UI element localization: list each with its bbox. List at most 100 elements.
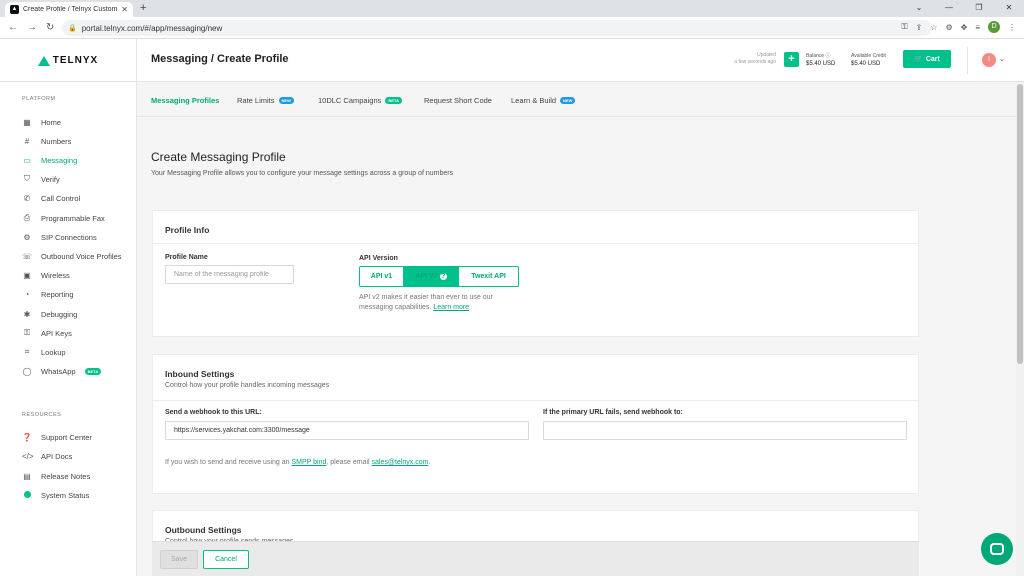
sidebar-item-api-keys[interactable]: ⚿ API Keys: [22, 327, 72, 339]
new-tab-icon[interactable]: +: [140, 2, 146, 14]
sidebar-item-api-docs[interactable]: </> API Docs: [22, 450, 72, 462]
learn-more-link[interactable]: Learn more: [433, 304, 469, 311]
forward-icon[interactable]: →: [27, 22, 37, 33]
sidebar-item-whatsapp[interactable]: ◯ WhatsApp BETA: [22, 365, 102, 377]
sidebar-item-call-control[interactable]: ✆ Call Control: [22, 192, 81, 204]
tab-rate-limits[interactable]: Rate Limits NEW: [237, 96, 294, 105]
sidebar-item-wireless[interactable]: ▣ Wireless: [22, 269, 70, 281]
sidebar-item-label: Release Notes: [41, 471, 91, 481]
profile-name-input[interactable]: [165, 265, 294, 284]
sidebar-item-label: SIP Connections: [41, 232, 97, 242]
updated-label: Updated: [757, 52, 776, 58]
share-icon[interactable]: ⇪: [916, 23, 923, 32]
inbound-subheading: Control how your profile handles incomin…: [165, 382, 330, 389]
add-funds-button[interactable]: +: [784, 52, 799, 67]
support-chat-button[interactable]: [981, 533, 1013, 565]
menu-kebab-icon[interactable]: ⋮: [1008, 23, 1016, 32]
sidebar-item-outbound-voice[interactable]: ☏ Outbound Voice Profiles: [22, 250, 121, 262]
sidebar-item-messaging[interactable]: ▭ Messaging: [22, 154, 77, 166]
puzzle-icon[interactable]: ✥: [961, 23, 968, 32]
new-badge: NEW: [278, 97, 294, 104]
scrollbar-thumb[interactable]: [1017, 84, 1023, 364]
close-window-icon[interactable]: ✕: [994, 0, 1024, 17]
api-help-copy: API v2 makes it easier than ever to use …: [359, 294, 493, 311]
balance-display: Balance ⓘ $5.40 USD: [806, 52, 835, 68]
extension-icon[interactable]: ⚙: [945, 23, 952, 32]
webhook-url-input[interactable]: [165, 421, 529, 440]
profile-name-label: Profile Name: [165, 254, 208, 261]
tab-10dlc-campaigns[interactable]: 10DLC Campaigns BETA: [318, 96, 402, 105]
reload-icon[interactable]: ↻: [46, 22, 54, 33]
sip-icon: ⚙: [23, 232, 31, 242]
inbound-settings-card: Inbound Settings Control how your profil…: [152, 354, 919, 494]
chevron-down-icon[interactable]: ⌄: [904, 0, 934, 17]
user-avatar[interactable]: I: [982, 53, 996, 67]
twexit-api-option[interactable]: Twexit API: [458, 267, 518, 286]
browser-tab[interactable]: ▲ Create Profile / Telnyx Customer ✕: [5, 2, 133, 17]
api-v2-label: API V2: [415, 273, 438, 280]
chevron-down-icon[interactable]: ⌄: [999, 55, 1005, 63]
credit-display: Available Credit $5.40 USD: [851, 52, 886, 68]
sidebar-item-label: Reporting: [41, 289, 74, 299]
api-v2-option[interactable]: API V2 ?: [404, 267, 458, 286]
api-keys-icon: ⚿: [23, 328, 31, 337]
sidebar-item-support[interactable]: ❓ Support Center: [22, 431, 92, 443]
telnyx-logo[interactable]: TELNYX: [0, 39, 137, 82]
sidebar-item-label: Numbers: [41, 136, 72, 146]
reading-list-icon[interactable]: ≡: [975, 23, 980, 32]
sales-email-link[interactable]: sales@telnyx.com: [372, 459, 429, 466]
back-icon[interactable]: ←: [8, 22, 18, 33]
browser-profile-avatar[interactable]: D: [988, 21, 1000, 33]
debugging-icon: ✱: [23, 309, 31, 319]
fax-icon: ⎙: [23, 213, 31, 222]
sidebar-item-debugging[interactable]: ✱ Debugging: [22, 308, 78, 320]
close-tab-icon[interactable]: ✕: [121, 5, 128, 14]
star-icon[interactable]: ☆: [930, 23, 937, 32]
chat-bubble-icon: [990, 543, 1004, 555]
api-help-text: API v2 makes it easier than ever to use …: [359, 293, 519, 313]
sidebar-item-sip[interactable]: ⚙ SIP Connections: [22, 231, 97, 243]
tab-request-short-code[interactable]: Request Short Code: [424, 96, 492, 105]
sidebar-item-lookup[interactable]: ⌗ Lookup: [22, 346, 66, 358]
url-text: portal.telnyx.com/#/app/messaging/new: [81, 23, 223, 33]
sidebar-item-reporting[interactable]: ◔ Reporting: [22, 288, 74, 300]
inbound-heading: Inbound Settings: [165, 369, 235, 379]
sidebar-item-label: Lookup: [41, 347, 66, 357]
sidebar-section-platform: PLATFORM: [22, 96, 56, 102]
new-badge: NEW: [560, 97, 576, 104]
address-bar: ← → ↻ 🔒 portal.telnyx.com/#/app/messagin…: [0, 17, 1024, 39]
release-notes-icon: ▤: [23, 471, 31, 481]
save-button[interactable]: Save: [160, 550, 198, 569]
minimize-icon[interactable]: —: [934, 0, 964, 17]
sidebar-item-numbers[interactable]: # Numbers: [22, 135, 72, 147]
tab-learn-build[interactable]: Learn & Build NEW: [511, 96, 576, 105]
info-icon[interactable]: ⓘ: [825, 53, 830, 59]
sidebar-section-resources: RESOURCES: [22, 412, 62, 418]
api-v1-option[interactable]: API v1: [360, 267, 404, 286]
sidebar-item-verify[interactable]: ⛉ Verify: [22, 173, 60, 185]
sidebar-item-label: API Keys: [41, 328, 72, 338]
cancel-button[interactable]: Cancel: [203, 550, 249, 569]
tab-label: Messaging Profiles: [151, 96, 220, 105]
sidebar-item-label: Home: [41, 117, 62, 127]
sidebar-item-home[interactable]: ▦ Home: [22, 116, 61, 128]
telnyx-favicon-icon: ▲: [10, 5, 19, 14]
url-field[interactable]: 🔒 portal.telnyx.com/#/app/messaging/new: [62, 20, 932, 36]
api-version-label: API Version: [359, 255, 398, 262]
restore-icon[interactable]: ❐: [964, 0, 994, 17]
sidebar-item-release-notes[interactable]: ▤ Release Notes: [22, 470, 90, 482]
logo-text: TELNYX: [52, 55, 99, 66]
status-dot-icon: [22, 490, 32, 500]
tab-messaging-profiles[interactable]: Messaging Profiles: [151, 96, 219, 105]
help-icon[interactable]: ?: [439, 273, 447, 280]
smpp-bind-link[interactable]: SMPP bind: [291, 459, 326, 466]
failover-url-input[interactable]: [543, 421, 907, 440]
cart-button[interactable]: 🛒 Cart: [903, 50, 951, 68]
sidebar-item-system-status[interactable]: System Status: [22, 489, 89, 501]
key-icon[interactable]: ⚿: [901, 22, 907, 32]
wireless-icon: ▣: [23, 270, 31, 280]
window-controls: ⌄ — ❐ ✕: [904, 0, 1024, 17]
sidebar-item-fax[interactable]: ⎙ Programmable Fax: [22, 212, 105, 224]
tab-label: Learn & Build: [511, 96, 557, 105]
updated-value: a few seconds ago: [734, 59, 776, 65]
